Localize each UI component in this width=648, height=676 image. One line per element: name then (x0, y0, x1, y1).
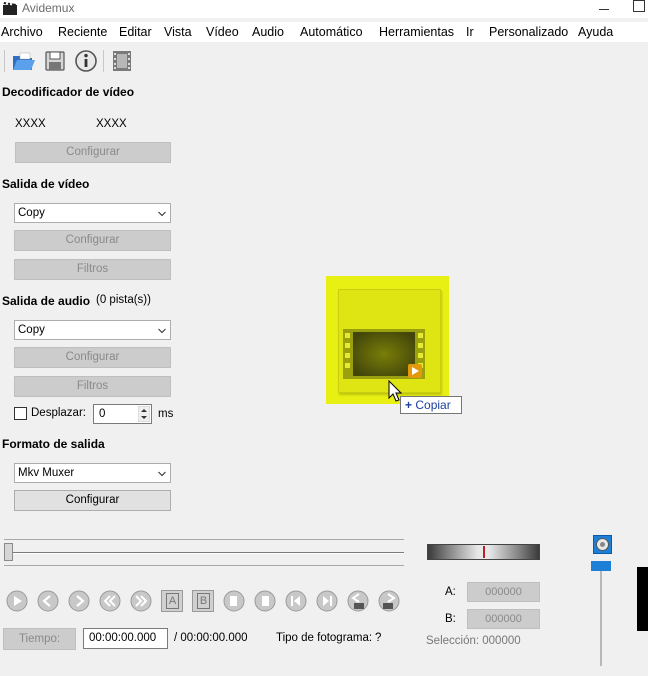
menu-archivo[interactable]: Archivo (1, 25, 43, 39)
set-marker-a-button[interactable]: A (161, 590, 183, 612)
shift-checkbox[interactable] (14, 407, 27, 420)
audio-output-title: Salida de audio (2, 294, 91, 308)
video-codec-select[interactable]: Copy (14, 203, 171, 223)
spin-arrows-icon[interactable] (138, 406, 150, 422)
marker-a-field[interactable]: 000000 (467, 582, 540, 602)
frame-type-value: ? (375, 632, 382, 644)
forward-60-icon[interactable] (378, 590, 400, 612)
rewind-60-icon[interactable] (347, 590, 369, 612)
marker-b-glyph: B (197, 593, 210, 609)
video-decoder-title: Decodificador de vídeo (2, 85, 135, 99)
jog-marker (483, 546, 485, 558)
maximize-button[interactable] (633, 0, 645, 12)
muxer-select[interactable]: Mkv Muxer (14, 463, 171, 483)
shift-spinbox[interactable]: 0 (93, 404, 152, 424)
seek-slider[interactable] (4, 537, 404, 567)
menu-automatico[interactable]: Automático (300, 25, 363, 39)
app-logo-icon (3, 2, 17, 15)
info-icon[interactable] (73, 48, 99, 74)
total-time: / 00:00:00.000 (174, 632, 248, 644)
jog-shuttle[interactable] (427, 544, 540, 560)
next-frame-icon[interactable] (68, 590, 90, 612)
menu-reciente[interactable]: Reciente (58, 25, 107, 39)
toolbar-separator (4, 50, 5, 72)
muxer-value: Mkv Muxer (18, 467, 75, 479)
muxer-configure-button[interactable]: Configurar (14, 490, 171, 511)
previous-keyframe-icon[interactable] (99, 590, 121, 612)
volume-slider-handle[interactable] (591, 561, 611, 571)
goto-marker-b-icon[interactable] (254, 590, 276, 612)
shift-value: 0 (99, 408, 106, 420)
drag-copy-tooltip: + Copiar (400, 396, 462, 414)
play-icon[interactable] (6, 590, 28, 612)
audio-filters-button[interactable]: Filtros (14, 376, 171, 397)
video-filters-button[interactable]: Filtros (14, 259, 171, 280)
chevron-down-icon (158, 471, 166, 477)
toolbar-separator (103, 50, 104, 72)
frame-type-label: Tipo de fotograma: (276, 632, 373, 644)
goto-marker-a-icon[interactable] (223, 590, 245, 612)
decoder-configure-button[interactable]: Configurar (15, 142, 171, 163)
output-format-title: Formato de salida (2, 437, 105, 451)
drag-file-thumbnail (338, 289, 441, 393)
audio-track-count: (0 pista(s)) (96, 294, 151, 306)
plus-icon: + (405, 398, 413, 412)
adjacent-window-edge (637, 567, 648, 631)
minimize-button[interactable] (597, 0, 611, 14)
previous-frame-icon[interactable] (37, 590, 59, 612)
audio-codec-select[interactable]: Copy (14, 320, 171, 340)
selection-readout: Selección: 000000 (426, 635, 521, 647)
audio-configure-button[interactable]: Configurar (14, 347, 171, 368)
menu-ir[interactable]: Ir (466, 25, 474, 39)
menu-editar[interactable]: Editar (119, 25, 152, 39)
menu-bar: Archivo Reciente Editar Vista Vídeo Audi… (0, 22, 648, 42)
menu-herramientas[interactable]: Herramientas (379, 25, 454, 39)
shift-unit: ms (158, 408, 174, 420)
save-icon[interactable] (42, 48, 68, 74)
current-time-field[interactable]: 00:00:00.000 (83, 628, 168, 649)
film-strip-icon (343, 329, 425, 379)
audio-codec-value: Copy (18, 324, 45, 336)
shift-label: Desplazar: (31, 407, 86, 419)
video-decoder-value: XXXX (96, 118, 127, 130)
volume-slider-track[interactable] (600, 566, 602, 666)
time-button[interactable]: Tiempo: (3, 628, 76, 650)
video-output-title: Salida de vídeo (2, 177, 90, 191)
speaker-icon[interactable] (593, 535, 612, 554)
seek-handle[interactable] (4, 543, 13, 561)
menu-audio[interactable]: Audio (252, 25, 284, 39)
next-keyframe-icon[interactable] (130, 590, 152, 612)
menu-vista[interactable]: Vista (164, 25, 192, 39)
drag-copy-label: Copiar (415, 398, 451, 412)
set-marker-b-button[interactable]: B (192, 590, 214, 612)
title-bar: Avidemux (0, 0, 648, 18)
menu-video[interactable]: Vídeo (206, 25, 239, 39)
video-codec-value: Copy (18, 207, 45, 219)
window-title: Avidemux (22, 1, 75, 15)
chevron-down-icon (158, 328, 166, 334)
menu-ayuda[interactable]: Ayuda (578, 25, 613, 39)
video-configure-button[interactable]: Configurar (14, 230, 171, 251)
goto-end-icon[interactable] (316, 590, 338, 612)
toolbar (0, 44, 648, 78)
film-properties-icon[interactable] (109, 48, 135, 74)
chevron-down-icon (158, 211, 166, 217)
open-folder-icon[interactable] (10, 48, 36, 74)
marker-b-label: B: (445, 613, 456, 625)
marker-a-glyph: A (166, 593, 179, 609)
marker-a-label: A: (445, 586, 456, 598)
marker-b-field[interactable]: 000000 (467, 609, 540, 629)
video-decoder-value: XXXX (15, 118, 46, 130)
goto-start-icon[interactable] (285, 590, 307, 612)
menu-personalizado[interactable]: Personalizado (489, 25, 568, 39)
